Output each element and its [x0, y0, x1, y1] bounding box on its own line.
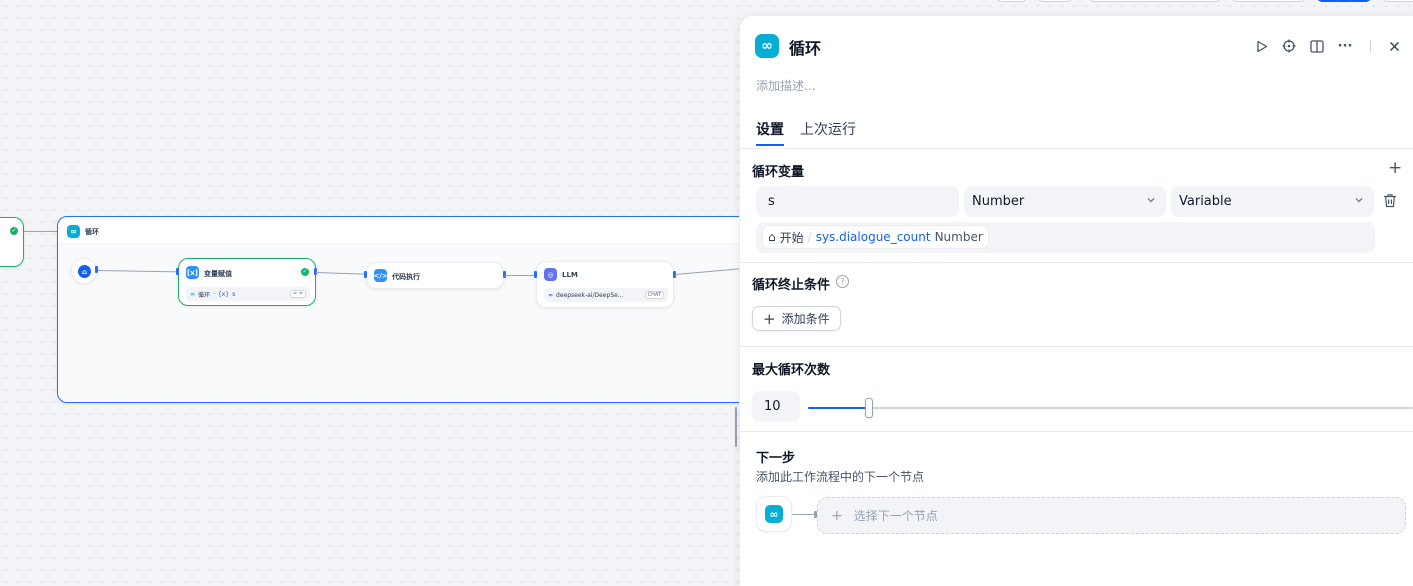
variable-assign-icon: [x]	[186, 266, 199, 279]
run-icon[interactable]	[1253, 37, 1271, 55]
section-divider	[740, 262, 1413, 263]
llm-node[interactable]: ◎ LLM ≈ deepseek-ai/DeepSe... CHAT	[536, 261, 674, 308]
close-icon[interactable]	[1385, 37, 1403, 55]
node-settings-panel: ∞ 循环 ··· 添加描述... 设置 上次运行 循环变量 + s Number…	[739, 15, 1413, 586]
code-icon: </>	[373, 269, 388, 282]
variable-icon: {x}	[217, 290, 230, 298]
ref-separator: /	[807, 230, 812, 244]
loop-node[interactable]: ∞ 循环	[57, 216, 757, 403]
edge	[24, 231, 58, 232]
previous-node[interactable]: ✓	[0, 217, 24, 267]
tabs-divider	[740, 148, 1413, 149]
plus-icon: +	[831, 507, 843, 524]
add-variable-button[interactable]: +	[1388, 158, 1402, 178]
toolbar-button[interactable]	[1038, 0, 1072, 2]
node-handle[interactable]	[534, 271, 537, 278]
tab-last-run[interactable]: 上次运行	[800, 119, 856, 139]
variable-name-value: s	[768, 194, 775, 209]
loop-variables-title: 循环变量	[752, 165, 805, 180]
locate-icon[interactable]	[1280, 37, 1298, 55]
node-handle[interactable]	[95, 266, 98, 273]
ref-type: Number	[934, 230, 983, 244]
success-icon: ✓	[301, 268, 309, 276]
max-loops-slider[interactable]	[808, 398, 1413, 418]
llm-model-name: deepseek-ai/DeepSe...	[556, 291, 624, 299]
split-view-icon[interactable]	[1308, 37, 1326, 55]
loop-icon: ∞	[765, 505, 783, 523]
variable-reference-chip[interactable]: ⌂ 开始 / sys.dialogue_count Number	[763, 226, 988, 248]
max-loops-input[interactable]: 10	[752, 391, 800, 422]
loop-start-node[interactable]: ⌂	[71, 258, 97, 284]
code-node[interactable]: </> 代码执行	[366, 262, 504, 289]
chevron-down-icon	[1354, 195, 1364, 208]
slider-thumb[interactable]	[865, 398, 873, 418]
current-node-block: ∞	[756, 496, 792, 532]
assign-row: ∞ 循环 · {x} s = =	[186, 287, 310, 301]
assign-row-var: s	[232, 290, 236, 298]
add-condition-label: 添加条件	[781, 312, 830, 326]
toolbar-button[interactable]	[1089, 0, 1221, 2]
edge	[505, 275, 537, 276]
publish-button[interactable]	[1317, 0, 1371, 2]
plus-icon: +	[1388, 158, 1403, 178]
toolbar-button[interactable]	[1232, 0, 1306, 2]
next-step-description: 添加此工作流程中的下一个节点	[756, 470, 925, 484]
panel-resize-handle[interactable]	[735, 407, 737, 447]
variable-source-select[interactable]: Variable	[1171, 186, 1374, 217]
toolbar-button[interactable]	[997, 0, 1027, 2]
home-icon: ⌂	[768, 230, 776, 244]
loop-icon: ∞	[67, 225, 80, 238]
max-loops-value: 10	[764, 399, 781, 414]
max-loops-title: 最大循环次数	[752, 363, 831, 378]
node-handle[interactable]	[364, 271, 367, 278]
assign-node[interactable]: [x] 变量赋值 ✓ ∞ 循环 · {x} s = =	[178, 258, 316, 306]
home-icon: ⌂	[78, 265, 91, 278]
variable-source-value: Variable	[1179, 194, 1232, 209]
code-node-title: 代码执行	[392, 273, 420, 281]
break-condition-title: 循环终止条件	[752, 278, 831, 293]
llm-mode-tag: CHAT	[644, 291, 664, 299]
operator-tag: = =	[290, 290, 306, 298]
assign-node-title: 变量赋值	[204, 270, 232, 278]
section-divider	[740, 346, 1413, 347]
more-icon[interactable]: ···	[1336, 37, 1354, 55]
deepseek-icon: ≈	[548, 291, 554, 299]
loop-icon: ∞	[190, 290, 195, 298]
select-next-node-button[interactable]: + 选择下一个节点	[817, 497, 1406, 534]
llm-icon: ◎	[544, 268, 557, 281]
description-input[interactable]: 添加描述...	[756, 77, 815, 94]
success-icon: ✓	[10, 227, 18, 235]
variable-name-input[interactable]: s	[756, 186, 959, 217]
toolbar-button[interactable]	[1382, 0, 1413, 2]
header-divider	[1370, 40, 1371, 53]
variable-type-value: Number	[972, 194, 1025, 209]
slider-fill	[808, 407, 869, 409]
section-divider	[740, 431, 1413, 432]
ref-node: 开始	[779, 230, 804, 245]
select-next-label: 选择下一个节点	[853, 509, 938, 523]
trash-icon	[1384, 194, 1396, 208]
llm-model-row: ≈ deepseek-ai/DeepSe... CHAT	[544, 288, 668, 302]
loop-node-title: 循环	[85, 228, 99, 236]
variable-type-select[interactable]: Number	[964, 186, 1166, 217]
add-condition-button[interactable]: + 添加条件	[752, 306, 841, 331]
panel-title[interactable]: 循环	[789, 35, 821, 59]
tab-settings[interactable]: 设置	[756, 119, 784, 139]
ref-variable: sys.dialogue_count	[815, 230, 931, 244]
node-handle[interactable]	[176, 268, 179, 275]
delete-variable-button[interactable]	[1383, 193, 1397, 212]
plus-icon: +	[763, 309, 776, 328]
llm-node-title: LLM	[562, 271, 578, 279]
question-icon[interactable]: ?	[836, 275, 849, 288]
chevron-down-icon	[1146, 195, 1156, 208]
assign-row-loop: 循环	[198, 291, 211, 299]
next-step-title: 下一步	[756, 451, 796, 466]
active-tab-indicator	[756, 144, 784, 146]
loop-icon: ∞	[755, 34, 779, 58]
loop-node-header	[58, 217, 756, 244]
